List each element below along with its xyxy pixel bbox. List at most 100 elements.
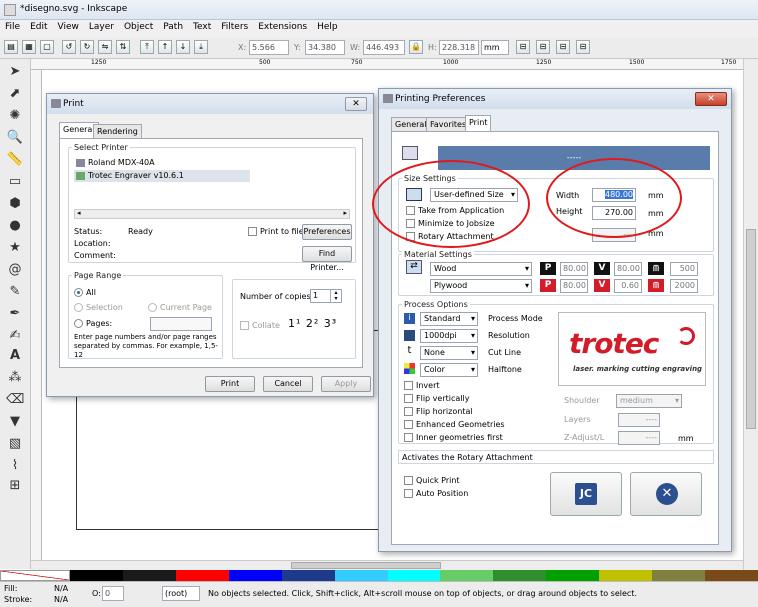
power-value[interactable]: 80.00 [560,262,588,276]
preferences-button[interactable]: Preferences [302,224,352,240]
vertical-scroll-thumb[interactable] [746,229,756,429]
zoom-tool-icon[interactable]: 🔍 [6,129,24,147]
menu-text[interactable]: Text [188,20,216,32]
find-printer-button[interactable]: Find Printer... [302,246,352,272]
menu-edit[interactable]: Edit [25,20,52,32]
cut-power-value[interactable]: 80.00 [560,279,588,293]
cut-frequency-value[interactable]: 2000 [670,279,698,293]
material-db-icon[interactable]: ⇄ [406,260,422,274]
quick-print-checkbox[interactable] [404,476,413,485]
rotate-cw-icon[interactable]: ↻ [80,40,94,54]
velocity-value[interactable]: 80.00 [614,262,642,276]
scroll-right-icon[interactable]: ▸ [343,209,347,217]
tab-rendering[interactable]: Rendering [93,124,142,138]
horizontal-scroll-thumb[interactable] [291,562,441,569]
copies-spinner[interactable]: ▴ ▾ [330,290,341,302]
lock-icon[interactable]: 🔒 [409,40,423,54]
range-all-radio[interactable] [74,288,83,297]
color-swatch[interactable] [281,570,335,581]
flip-horizontal-checkbox[interactable] [404,407,413,416]
text-tool-icon[interactable]: A [6,347,24,365]
select-all-layers-icon[interactable]: ▦ [22,40,36,54]
raise-top-icon[interactable]: ⤒ [140,40,154,54]
spiral-tool-icon[interactable]: @ [6,261,24,279]
color-swatch[interactable] [228,570,282,581]
scroll-left-icon[interactable]: ◂ [77,209,81,217]
vertical-scrollbar[interactable] [743,59,758,570]
invert-checkbox[interactable] [404,381,413,390]
prefs-cancel-button[interactable]: ✕ [630,472,702,516]
tab-general[interactable]: General [391,117,431,131]
process-mode-select[interactable]: Standard [420,312,478,326]
measure-tool-icon[interactable]: 📏 [6,151,24,169]
x-field[interactable]: 5.566 [249,40,289,55]
menu-layer[interactable]: Layer [84,20,119,32]
apply-button[interactable]: Apply [321,376,371,392]
color-swatch[interactable] [493,570,547,581]
enhanced-geometries-checkbox[interactable] [404,420,413,429]
h-field[interactable]: 228.318 [439,40,479,55]
cut-velocity-value[interactable]: 0.60 [614,279,642,293]
print-button[interactable]: Print [205,376,255,392]
pencil-tool-icon[interactable]: ✎ [6,283,24,301]
flip-vertical-checkbox[interactable] [404,394,413,403]
menu-filters[interactable]: Filters [216,20,253,32]
cutline-select[interactable]: None [420,346,478,360]
range-pages-radio[interactable] [74,319,83,328]
print-to-file-checkbox[interactable] [248,227,257,236]
color-swatch[interactable] [546,570,600,581]
layer-select[interactable]: (root) [162,586,200,601]
inner-geometries-checkbox[interactable] [404,433,413,442]
frequency-value[interactable]: 500 [670,262,698,276]
lower-bottom-icon[interactable]: ⤓ [194,40,208,54]
job-control-button[interactable]: JC [550,472,622,516]
color-swatch[interactable] [652,570,706,581]
range-current-radio[interactable] [148,303,157,312]
paint-bucket-tool-icon[interactable]: ▼ [6,413,24,431]
menu-help[interactable]: Help [312,20,343,32]
color-swatch[interactable] [122,570,176,581]
printer-item[interactable]: Roland MDX-40A [74,157,254,169]
color-swatch[interactable] [70,570,123,581]
material-select[interactable]: Wood [430,262,532,276]
horizontal-scrollbar[interactable] [31,560,743,570]
gradient-tool-icon[interactable]: ▧ [6,435,24,453]
eraser-tool-icon[interactable]: ⌫ [6,391,24,409]
tweak-tool-icon[interactable]: ✺ [6,107,24,125]
menu-file[interactable]: File [0,20,25,32]
color-swatch[interactable] [599,570,653,581]
color-swatch[interactable] [334,570,388,581]
flip-horizontal-icon[interactable]: ⇋ [98,40,112,54]
shoulder-select[interactable]: medium [616,394,682,408]
rotate-ccw-icon[interactable]: ↺ [62,40,76,54]
tab-favorites[interactable]: Favorites [426,117,471,131]
unit-select[interactable]: mm [481,40,509,55]
material-sub-select[interactable]: Plywood [430,279,532,293]
star-tool-icon[interactable]: ★ [6,239,24,257]
collate-checkbox[interactable] [240,321,249,330]
node-tool-icon[interactable]: ⬈ [6,85,24,103]
lower-icon[interactable]: ↓ [176,40,190,54]
tab-print[interactable]: Print [465,115,492,131]
halftone-select[interactable]: Color [420,363,478,377]
scale-stroke-icon[interactable]: ⊟ [516,40,530,54]
spray-tool-icon[interactable]: ⁂ [6,369,24,387]
cancel-button[interactable]: Cancel [263,376,313,392]
printer-list[interactable]: Roland MDX-40A Trotec Engraver v10.6.1 [74,157,350,197]
color-swatch[interactable] [175,570,229,581]
flip-vertical-icon[interactable]: ⇅ [116,40,130,54]
print-close-button[interactable]: ✕ [345,97,367,111]
select-all-icon[interactable]: ▤ [4,40,18,54]
opacity-field[interactable]: 0 [102,586,124,601]
resolution-select[interactable]: 1000dpi [420,329,478,343]
color-swatch[interactable] [387,570,441,581]
printer-item-selected[interactable]: Trotec Engraver v10.6.1 [74,170,250,182]
layers-input[interactable]: ---- [618,413,660,427]
menu-object[interactable]: Object [119,20,158,32]
raise-icon[interactable]: ↑ [158,40,172,54]
range-selection-radio[interactable] [74,303,83,312]
pen-tool-icon[interactable]: ✒ [6,305,24,323]
pages-input[interactable] [150,317,212,331]
auto-position-checkbox[interactable] [404,489,413,498]
w-field[interactable]: 446.493 [363,40,405,55]
